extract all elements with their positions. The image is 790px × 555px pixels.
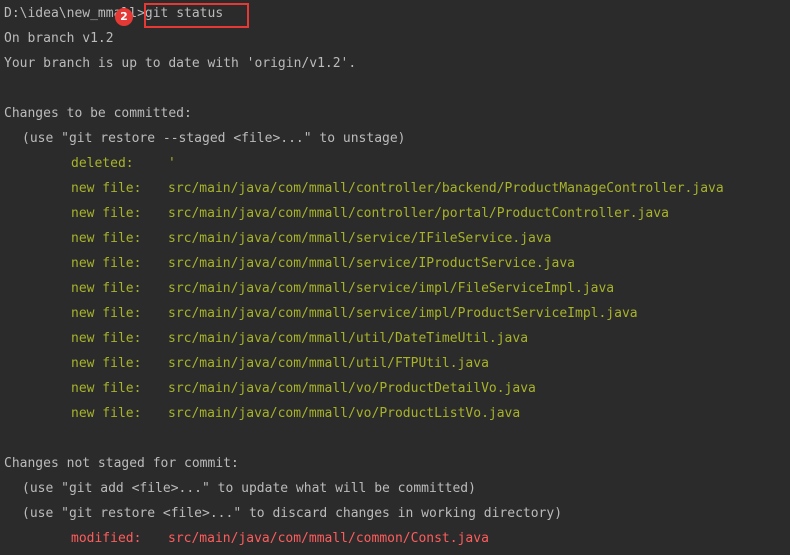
file-status: modified: — [71, 531, 142, 546]
file-path: src/main/java/com/mmall/util/FTPUtil.jav… — [168, 356, 489, 371]
file-path: src/main/java/com/mmall/service/impl/Fil… — [168, 281, 615, 296]
file-status: new file: — [71, 281, 142, 296]
file-path: src/main/java/com/mmall/service/IProduct… — [168, 256, 575, 271]
file-path: src/main/java/com/mmall/service/impl/Pro… — [168, 306, 638, 321]
file-path: src/main/java/com/mmall/controller/backe… — [168, 181, 724, 196]
file-status: new file: — [71, 331, 142, 346]
branch-line: On branch v1.2 — [4, 31, 114, 46]
file-status: new file: — [71, 231, 142, 246]
unstaged-restore-hint: (use "git restore <file>..." to discard … — [22, 506, 563, 521]
file-status: new file: — [71, 256, 142, 271]
staged-changes-header: Changes to be committed: — [4, 106, 192, 121]
staged-changes-hint: (use "git restore --staged <file>..." to… — [22, 131, 406, 146]
unstaged-add-hint: (use "git add <file>..." to update what … — [22, 481, 476, 496]
unstaged-changes-header: Changes not staged for commit: — [4, 456, 239, 471]
file-status: new file: — [71, 206, 142, 221]
file-path: src/main/java/com/mmall/vo/ProductListVo… — [168, 406, 521, 421]
file-path: src/main/java/com/mmall/controller/porta… — [168, 206, 669, 221]
step-number-badge: 2 — [115, 8, 133, 26]
file-path: src/main/java/com/mmall/vo/ProductDetail… — [168, 381, 536, 396]
file-path: ' — [168, 156, 176, 171]
file-path: src/main/java/com/mmall/service/IFileSer… — [168, 231, 552, 246]
file-path: src/main/java/com/mmall/util/DateTimeUti… — [168, 331, 529, 346]
upstream-status-line: Your branch is up to date with 'origin/v… — [4, 56, 357, 71]
terminal-window[interactable]: D:\idea\new_mmall>git status On branch v… — [0, 0, 790, 555]
file-status: new file: — [71, 356, 142, 371]
command-highlight-box — [144, 3, 249, 28]
file-status: new file: — [71, 381, 142, 396]
file-path: src/main/java/com/mmall/common/Const.jav… — [168, 531, 489, 546]
file-status: new file: — [71, 306, 142, 321]
file-status: new file: — [71, 181, 142, 196]
file-status: deleted: — [71, 156, 134, 171]
file-status: new file: — [71, 406, 142, 421]
